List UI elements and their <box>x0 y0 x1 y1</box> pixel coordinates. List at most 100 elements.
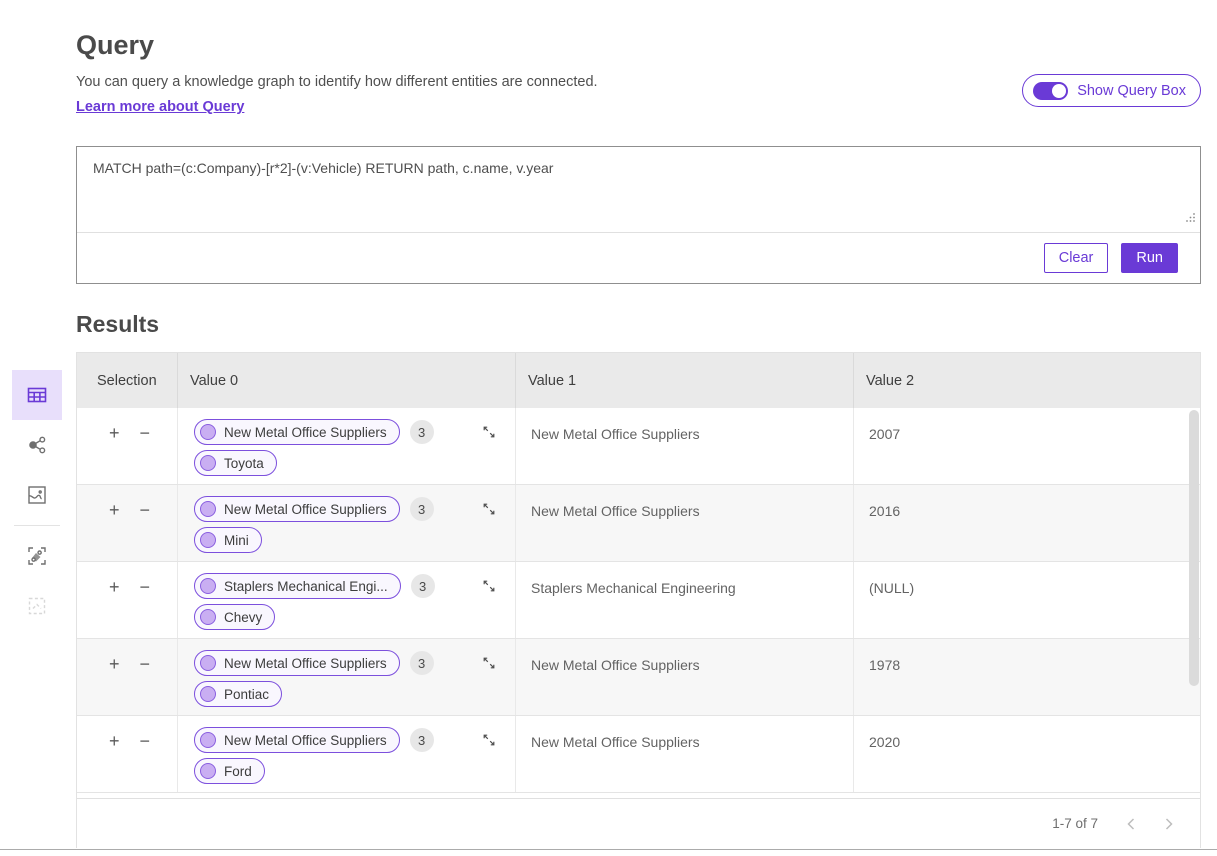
add-selection-button[interactable]: + <box>109 732 120 750</box>
remove-selection-button[interactable]: − <box>140 655 151 673</box>
entity-pill-label: Pontiac <box>224 687 269 702</box>
table-row: + − New Metal Office Suppliers 3 <box>77 639 1200 716</box>
path-cell: Staplers Mechanical Engi... 3 Chevy <box>177 562 515 638</box>
value1-cell: New Metal Office Suppliers <box>515 485 853 561</box>
column-header-value0: Value 0 <box>177 353 515 408</box>
entity-pill-label: New Metal Office Suppliers <box>224 733 387 748</box>
expand-icon <box>481 501 497 517</box>
entity-pill[interactable]: New Metal Office Suppliers <box>194 727 400 753</box>
entity-pill[interactable]: Chevy <box>194 604 275 630</box>
table-header: Selection Value 0 Value 1 Value 2 <box>77 353 1200 408</box>
chevron-left-icon <box>1126 817 1136 831</box>
clear-button[interactable]: Clear <box>1044 243 1109 273</box>
node-icon <box>200 501 216 517</box>
path-count-badge: 3 <box>410 420 434 444</box>
run-button[interactable]: Run <box>1121 243 1178 273</box>
view-switcher-rail <box>12 370 62 631</box>
path-cell: New Metal Office Suppliers 3 Pontiac <box>177 639 515 715</box>
path-cell: New Metal Office Suppliers 3 Mini <box>177 485 515 561</box>
path-line-1: New Metal Office Suppliers 3 <box>194 650 497 676</box>
expand-path-button[interactable] <box>481 424 497 440</box>
path-cell: New Metal Office Suppliers 3 Toyota <box>177 408 515 484</box>
entity-pill-label: Ford <box>224 764 252 779</box>
sidebar-item-map-link-chart-view[interactable] <box>12 531 62 581</box>
value1-cell: Staplers Mechanical Engineering <box>515 562 853 638</box>
map-link-chart-icon <box>26 545 48 567</box>
pagination-prev-button[interactable] <box>1126 817 1136 831</box>
add-selection-button[interactable]: + <box>109 501 120 519</box>
table-body: + − New Metal Office Suppliers 3 <box>77 408 1200 798</box>
expand-path-button[interactable] <box>481 578 497 594</box>
pagination-next-button[interactable] <box>1164 817 1174 831</box>
query-editor-area: MATCH path=(c:Company)-[r*2]-(v:Vehicle)… <box>77 147 1200 233</box>
table-row: + − New Metal Office Suppliers 3 <box>77 485 1200 562</box>
selection-cell: + − <box>77 408 177 484</box>
entity-pill[interactable]: Ford <box>194 758 265 784</box>
node-icon <box>200 455 216 471</box>
entity-pill[interactable]: Pontiac <box>194 681 282 707</box>
selection-cell: + − <box>77 716 177 792</box>
node-icon <box>200 609 216 625</box>
sidebar-item-table-view[interactable] <box>12 370 62 420</box>
value2-cell: (NULL) <box>853 562 1200 638</box>
node-icon <box>200 763 216 779</box>
node-icon <box>200 655 216 671</box>
node-icon <box>200 578 216 594</box>
expand-icon <box>481 424 497 440</box>
page-bottom-divider <box>0 849 1217 850</box>
show-query-box-toggle[interactable]: Show Query Box <box>1022 74 1201 107</box>
node-icon <box>200 686 216 702</box>
path-line-1: Staplers Mechanical Engi... 3 <box>194 573 497 599</box>
path-line-2: Pontiac <box>194 681 497 707</box>
entity-pill[interactable]: Staplers Mechanical Engi... <box>194 573 401 599</box>
remove-selection-button[interactable]: − <box>140 732 151 750</box>
query-input[interactable]: MATCH path=(c:Company)-[r*2]-(v:Vehicle)… <box>77 147 1200 232</box>
page-description: You can query a knowledge graph to ident… <box>76 74 598 90</box>
query-page: Query You can query a knowledge graph to… <box>0 0 1217 856</box>
expand-path-button[interactable] <box>481 655 497 671</box>
sidebar-item-link-chart-view[interactable] <box>12 420 62 470</box>
scrollbar-thumb[interactable] <box>1189 410 1199 686</box>
column-header-value1: Value 1 <box>515 353 853 408</box>
layout-icon <box>26 595 48 617</box>
remove-selection-button[interactable]: − <box>140 501 151 519</box>
entity-pill[interactable]: New Metal Office Suppliers <box>194 650 400 676</box>
remove-selection-button[interactable]: − <box>140 578 151 596</box>
path-count-badge: 3 <box>410 728 434 752</box>
selection-cell: + − <box>77 485 177 561</box>
link-chart-icon <box>26 434 48 456</box>
expand-icon <box>481 732 497 748</box>
entity-pill-label: Chevy <box>224 610 262 625</box>
entity-pill[interactable]: New Metal Office Suppliers <box>194 496 400 522</box>
table-scrollbar <box>1188 408 1200 798</box>
entity-pill-label: Staplers Mechanical Engi... <box>224 579 388 594</box>
add-selection-button[interactable]: + <box>109 424 120 442</box>
entity-pill-label: New Metal Office Suppliers <box>224 656 387 671</box>
entity-pill[interactable]: Toyota <box>194 450 277 476</box>
chevron-right-icon <box>1164 817 1174 831</box>
entity-pill[interactable]: New Metal Office Suppliers <box>194 419 400 445</box>
expand-path-button[interactable] <box>481 732 497 748</box>
path-line-2: Chevy <box>194 604 497 630</box>
value2-cell: 1978 <box>853 639 1200 715</box>
query-box: MATCH path=(c:Company)-[r*2]-(v:Vehicle)… <box>76 146 1201 284</box>
expand-path-button[interactable] <box>481 501 497 517</box>
main-content: Query You can query a knowledge graph to… <box>76 0 1201 848</box>
learn-more-link[interactable]: Learn more about Query <box>76 99 244 115</box>
add-selection-button[interactable]: + <box>109 655 120 673</box>
selection-cell: + − <box>77 639 177 715</box>
entity-pill-label: New Metal Office Suppliers <box>224 502 387 517</box>
column-header-selection: Selection <box>77 353 177 408</box>
sidebar-item-layout-view-disabled[interactable] <box>12 581 62 631</box>
path-line-2: Mini <box>194 527 497 553</box>
entity-pill[interactable]: Mini <box>194 527 262 553</box>
add-selection-button[interactable]: + <box>109 578 120 596</box>
remove-selection-button[interactable]: − <box>140 424 151 442</box>
sidebar-item-map-view[interactable] <box>12 470 62 520</box>
entity-pill-label: New Metal Office Suppliers <box>224 425 387 440</box>
pagination-label: 1-7 of 7 <box>1052 816 1098 831</box>
value2-cell: 2007 <box>853 408 1200 484</box>
value1-cell: New Metal Office Suppliers <box>515 408 853 484</box>
results-panel: Selection Value 0 Value 1 Value 2 + − Ne… <box>76 352 1201 848</box>
value1-cell: New Metal Office Suppliers <box>515 716 853 792</box>
